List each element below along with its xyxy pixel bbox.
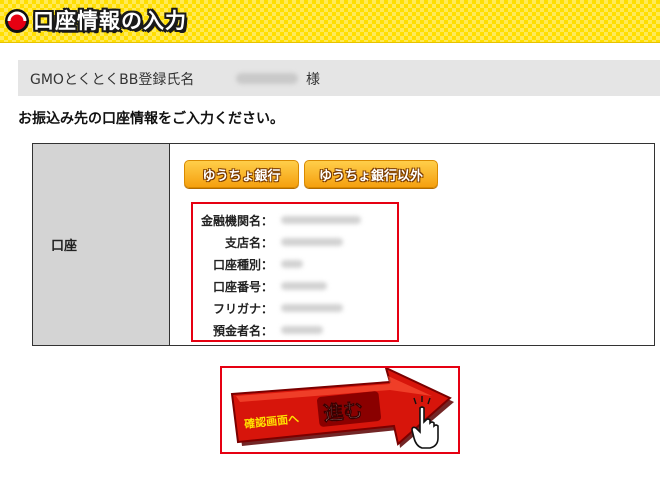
instruction-text: お振込み先の口座情報をご入力ください。 [18, 111, 284, 127]
field-label-branch: 支店名： [224, 236, 273, 250]
field-value-furigana [281, 304, 343, 312]
field-row-holder-name: 預金者名： [193, 322, 397, 338]
account-body-cell: ゆうちょ銀行 ゆうちょ銀行以外 金融機関名： 支店名： 口座種別： 口座番号： … [170, 144, 654, 345]
field-row-branch: 支店名： [193, 234, 397, 250]
field-label-holder-name: 預金者名： [212, 324, 273, 338]
honorific-suffix: 様 [306, 72, 320, 88]
registrant-bar: GMOとくとくBB登録氏名 様 [18, 60, 660, 96]
registrant-name-masked [236, 73, 298, 84]
account-table: 口座 ゆうちょ銀行 ゆうちょ銀行以外 金融機関名： 支店名： 口座種別： 口座番… [32, 143, 655, 346]
field-value-branch [281, 238, 343, 246]
field-value-institution [281, 216, 361, 224]
field-label-account-type: 口座種別： [212, 258, 273, 272]
page-header: 口座情報の入力 [0, 0, 660, 43]
field-row-account-type: 口座種別： [193, 256, 397, 272]
arrow-icon: 確認画面へ 進む [230, 368, 454, 449]
field-row-institution: 金融機関名： [193, 212, 397, 228]
field-label-account-number: 口座番号： [212, 280, 273, 294]
account-header-cell: 口座 [33, 144, 170, 345]
account-header-label: 口座 [51, 239, 78, 254]
logo-arc-icon [5, 9, 29, 33]
field-value-account-type [281, 260, 303, 268]
field-row-account-number: 口座番号： [193, 278, 397, 294]
proceed-button[interactable]: 確認画面へ 進む [220, 366, 460, 454]
field-value-account-number [281, 282, 327, 290]
field-row-furigana: フリガナ： [193, 300, 397, 316]
field-label-furigana: フリガナ： [212, 302, 273, 316]
page-title: 口座情報の入力 [33, 9, 187, 33]
proceed-main-label: 進む [322, 398, 364, 426]
field-value-holder-name [281, 326, 323, 334]
field-label-institution: 金融機関名： [200, 214, 273, 228]
yucho-bank-button[interactable]: ゆうちょ銀行 [184, 160, 299, 188]
other-bank-button[interactable]: ゆうちょ銀行以外 [304, 160, 438, 188]
registrant-label: GMOとくとくBB登録氏名 [30, 72, 195, 88]
account-info-box: 金融機関名： 支店名： 口座種別： 口座番号： フリガナ： 預金者名： [191, 202, 399, 342]
